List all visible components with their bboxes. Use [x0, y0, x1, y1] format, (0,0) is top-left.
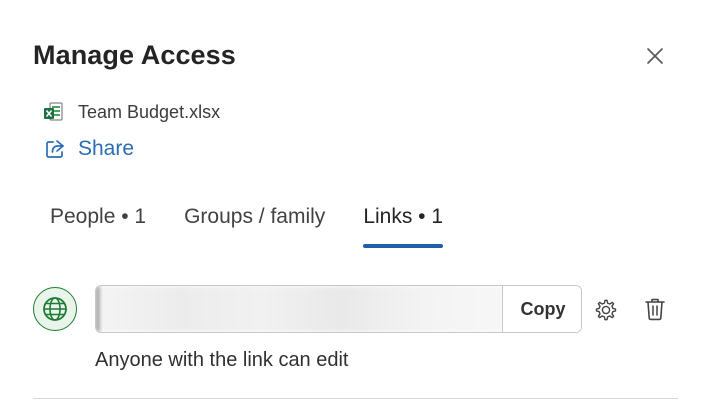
- tab-links[interactable]: Links • 1: [363, 205, 444, 251]
- excel-file-icon: [44, 102, 63, 121]
- divider: [33, 398, 678, 399]
- share-icon: [46, 140, 64, 158]
- share-link[interactable]: Share: [44, 137, 134, 161]
- file-name: Team Budget.xlsx: [78, 101, 221, 122]
- link-url-redacted: [96, 286, 504, 332]
- tab-groups-family-label: Groups / family: [184, 205, 326, 228]
- tab-groups-family[interactable]: Groups / family: [184, 205, 325, 251]
- tab-people[interactable]: People • 1: [50, 205, 146, 251]
- link-settings-button[interactable]: [592, 296, 620, 324]
- trash-icon: [645, 298, 665, 321]
- dialog-title: Manage Access: [33, 40, 236, 70]
- close-icon: [647, 48, 663, 64]
- gear-icon: [595, 299, 617, 321]
- tab-people-label: People • 1: [50, 205, 147, 228]
- link-permission-text: Anyone with the link can edit: [95, 349, 349, 371]
- link-type-badge: [33, 287, 77, 331]
- link-url-field[interactable]: Copy: [95, 285, 582, 333]
- close-button[interactable]: [641, 42, 669, 70]
- copy-button[interactable]: Copy: [502, 286, 581, 332]
- tab-bar: People • 1 Groups / family Links • 1: [50, 205, 481, 255]
- manage-access-panel: Manage Access Team Budget.xlsx Share Peo…: [0, 0, 718, 410]
- share-label: Share: [78, 137, 135, 160]
- tab-links-label: Links • 1: [363, 205, 444, 228]
- active-tab-indicator: [363, 244, 444, 248]
- delete-link-button[interactable]: [641, 295, 669, 323]
- file-info: Team Budget.xlsx: [42, 101, 220, 123]
- globe-icon: [43, 297, 67, 321]
